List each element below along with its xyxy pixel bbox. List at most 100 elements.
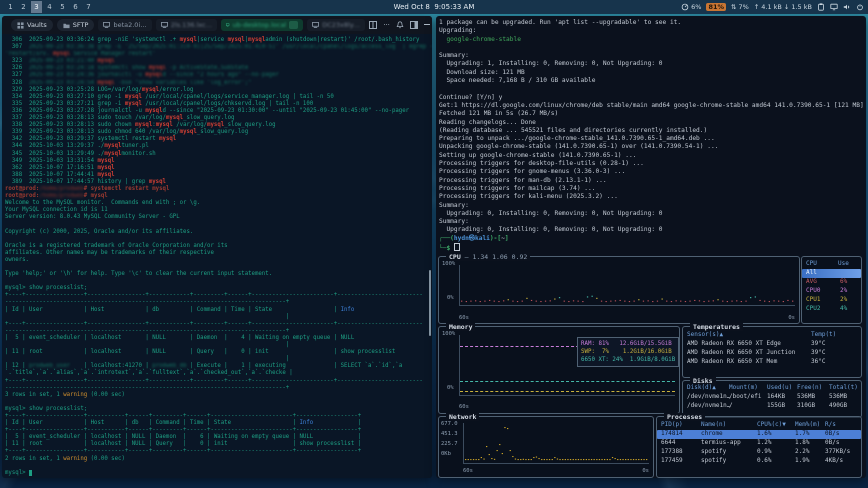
process-cell: 174814 <box>661 430 683 437</box>
terminal-line: Upgrading: <box>439 27 863 35</box>
terminal-line: root@prod:/home/prodweb# systemctl resta… <box>5 186 429 193</box>
terminal-line: ----------------------------------------… <box>5 299 429 306</box>
display-icon[interactable] <box>830 3 838 11</box>
cpu-panel: CPU — 1.34 1.06 0.92 100% 0% 60s 0s <box>438 256 800 324</box>
process-col-header: R/s <box>825 421 836 428</box>
minimize-button[interactable] <box>424 24 430 25</box>
vaults-button[interactable]: Vaults <box>11 19 53 31</box>
disks-panel: Disks Disk(d)▲Mount(m)Used(u)Free(n)Tota… <box>682 380 862 418</box>
cpu-core-row-all[interactable]: All <box>802 269 861 278</box>
terminal-line: +----+-----------------+----------------… <box>5 321 429 328</box>
process-row-termius-app[interactable]: 6644termius-app1.2%1.8%0B/s <box>657 439 861 448</box>
terminal-line: Continue? [Y/n] y <box>439 94 863 102</box>
terminal-line: | 5 | event_scheduler | localhost | NULL… <box>5 434 429 441</box>
memory-y-max: 100% <box>442 331 455 337</box>
left-terminal[interactable]: 306 2025-09-23 03:36:24 grep -niE 'syste… <box>2 34 432 478</box>
cpu-core-row-avg[interactable]: AVG6% <box>802 278 861 287</box>
scrollbar-thumb[interactable] <box>429 270 431 336</box>
network-meter[interactable]: ↑ 4.1 kB ↓ 1.5 kB <box>754 3 812 11</box>
terminal-line: Upgrading: 0, Installing: 0, Removing: 0… <box>439 210 863 218</box>
top-panel: 1234567 Wed Oct 8 9:05:33 AM 6% 81% ⇅ 7%… <box>0 0 868 14</box>
time-label: 9:05:33 AM <box>434 3 474 11</box>
process-cell: 2.2% <box>795 448 809 455</box>
process-row-spotify[interactable]: 177388spotify0.9%2.2%377KB/s <box>657 448 861 457</box>
processes-panel: Processes PID(p)Name(n)CPU%(c)▼Mem%(m)R/… <box>656 416 862 478</box>
terminal-line: Copyright (c) 2000, 2025, Oracle and/or … <box>5 229 429 236</box>
process-row-chrome[interactable]: 174814chrome1.6%1.7%0B/s <box>657 430 861 439</box>
cpu-col-header: CPU <box>806 260 817 267</box>
use-col-header: Use <box>838 260 849 267</box>
cpu-core-row-cpu1[interactable]: CPU12% <box>802 296 861 305</box>
disk-cell: 164KB <box>767 393 785 400</box>
terminal-line: Summary: <box>439 202 863 210</box>
terminal-line: ----------------------------------------… <box>5 328 429 335</box>
terminal-line: Processing triggers for desktop-file-uti… <box>439 160 863 168</box>
terminal-line: 362 2025-10-07 17:16:51 mysql <box>5 165 429 172</box>
power-icon[interactable] <box>856 3 864 11</box>
terminal-line: +----+-----------------+-----------+----… <box>5 413 429 420</box>
split-view-icon[interactable] <box>369 21 377 29</box>
disk-cell: /boot/efi <box>729 393 762 400</box>
terminal-line: Processing triggers for kali-menu (2025.… <box>439 193 863 201</box>
terminal-line: `.`title`,`a`.`alias`,`a`.`introtext`,`a… <box>5 370 429 377</box>
terminal-line: Server version: 8.0.43 MySQL Community S… <box>5 214 429 221</box>
terminal-line: 338 2025-09-23 03:28:13 sudo chown mysql… <box>5 122 429 129</box>
terminal-line: Reading changelogs... Done <box>439 119 863 127</box>
terminal-line: 334 2025-09-23 03:27:10 grep -i mysql /u… <box>5 94 429 101</box>
swap-arrows-icon: ⇅ <box>731 3 736 11</box>
terminal-line: mysql> show processlist; <box>5 285 429 292</box>
memory-meter[interactable]: 81% <box>706 3 726 11</box>
disk-col-header: Total(t) <box>829 384 858 391</box>
swap-meter[interactable]: ⇅ 7% <box>731 3 749 11</box>
terminal-line: 327 2025-09-23 03:24:36 journalctl -u my… <box>5 72 429 79</box>
volume-icon[interactable] <box>843 3 851 11</box>
cpu-x-left: 60s <box>459 315 469 321</box>
processes-title: Processes <box>664 413 705 421</box>
disk-cell: 490GB <box>829 402 847 409</box>
disk-row: /dev/nvme1n…/155GB310GB490GB <box>683 402 861 411</box>
bell-icon[interactable] <box>396 21 404 29</box>
process-cell: 1.8% <box>795 439 809 446</box>
terminal-line: Processing triggers for man-db (2.13.1-1… <box>439 177 863 185</box>
folder-icon <box>63 22 70 29</box>
memory-legend-row: RAM: 81% 12.6GiB/15.5GiB <box>581 340 675 348</box>
tab-badge <box>289 21 298 29</box>
cpu-y-max: 100% <box>442 261 455 267</box>
terminal-line: Processing triggers for mailcap (3.74) .… <box>439 185 863 193</box>
sensor-temp: 36°C <box>811 358 825 365</box>
memory-usage-line <box>460 391 675 392</box>
core-label: All <box>806 269 817 276</box>
more-button[interactable]: ··· <box>383 21 390 29</box>
sensor-row: AMD Radeon RX 6650 XT Mem36°C <box>683 358 861 367</box>
swap-percent: 7% <box>739 3 749 11</box>
cpu-meter[interactable]: 6% <box>681 3 701 11</box>
cpu-core-row-cpu0[interactable]: CPU02% <box>802 287 861 296</box>
memory-y-min: 0% <box>447 385 454 391</box>
sftp-button[interactable]: SFTP <box>57 19 95 31</box>
network-x-left: 60s <box>463 468 473 474</box>
sensor-temp: 39°C <box>811 349 825 356</box>
process-col-header: Mem%(m) <box>795 421 820 428</box>
terminal-line: Upgrading: 0, Installing: 0, Removing: 0… <box>439 226 863 234</box>
terminal-tab-1[interactable]: beta2.0i… <box>98 19 151 31</box>
terminal-tab-3[interactable]: ub-desktop.local <box>221 19 303 31</box>
terminal-line: 3 rows in set, 1 warning (0.00 sec) <box>5 392 429 399</box>
terminal-line <box>5 236 429 243</box>
terminal-line: mysql> show processlist; <box>5 406 429 413</box>
terminal-line: 1 package can be upgraded. Run 'apt list… <box>439 19 863 27</box>
sidebar-toggle-icon[interactable] <box>410 21 418 29</box>
clipboard-icon[interactable] <box>817 3 825 11</box>
terminal-tab-2[interactable]: 2ls.136.lxc… <box>156 19 217 31</box>
cpu-core-row-cpu2[interactable]: CPU24% <box>802 305 861 314</box>
process-cell: 0B/s <box>825 439 839 446</box>
right-terminal[interactable]: 1 package can be upgraded. Run 'apt list… <box>436 16 866 256</box>
process-cell: 4KB/s <box>825 457 843 464</box>
sensor-name: AMD Radeon RX 6650 XT Junction <box>687 349 795 356</box>
terminal-line: Upgrading: 1, Installing: 0, Removing: 0… <box>439 60 863 68</box>
terminal-tab-4[interactable]: DC23x8ly… <box>307 19 365 31</box>
terminal-line: ┌──(hydn㉿kali)-[~] <box>439 235 863 243</box>
terminal-line: +----+-----------------+-----------+----… <box>5 427 429 434</box>
cpu-percent: 6% <box>691 3 701 11</box>
cpu-usage-graph <box>460 265 794 304</box>
process-row-spotify[interactable]: 177459spotify0.6%1.9%4KB/s <box>657 457 861 466</box>
